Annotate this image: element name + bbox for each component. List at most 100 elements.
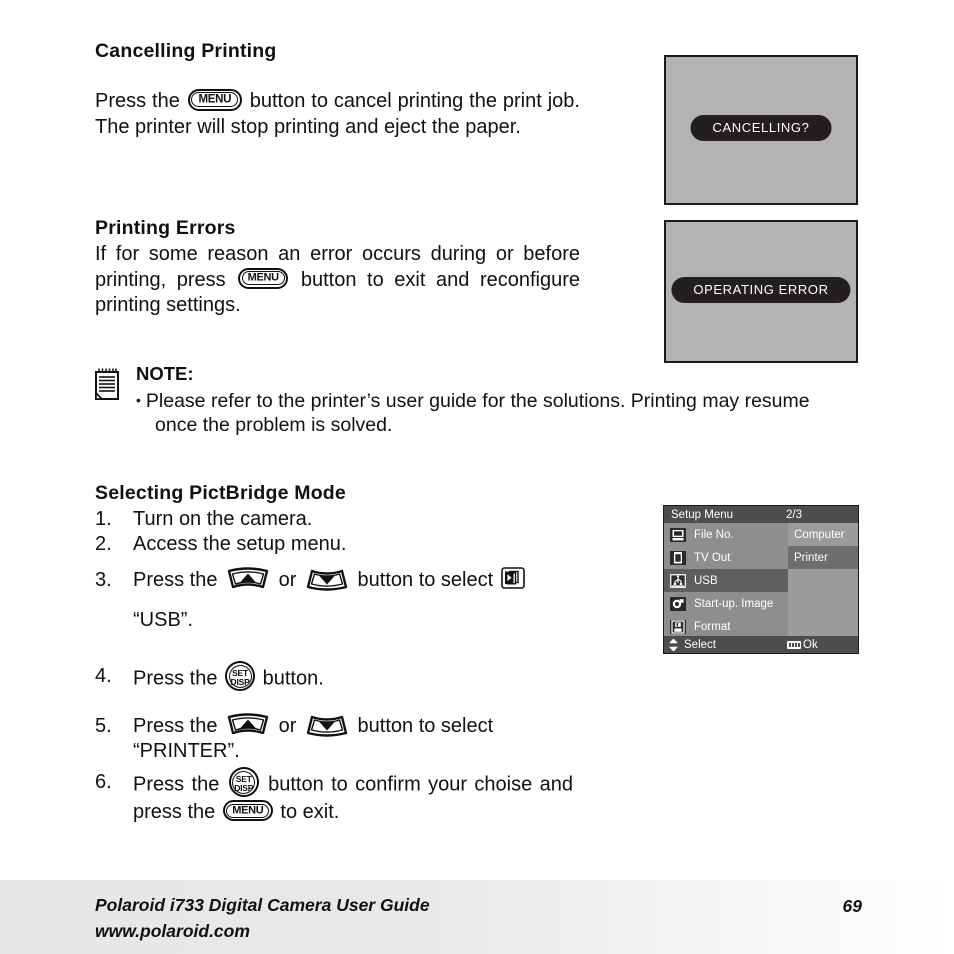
step-5: 5. Press the or button to select (95, 713, 573, 740)
menu-footer-ok-label: Ok (803, 638, 818, 651)
step-2: 2. Access the setup menu. (95, 532, 575, 558)
operating-error-message-box: OPERATING ERROR (671, 277, 851, 303)
note-line-2: once the problem is solved. (155, 414, 393, 436)
step-4: 4. Press the SET DISP button. (95, 661, 575, 694)
step-3-text: Press the or button to select (133, 566, 585, 594)
startup-image-icon (670, 596, 686, 611)
step-6-part-3: to exit. (280, 801, 340, 823)
step-3: 3. Press the or button to select (95, 566, 585, 594)
file-number-icon (670, 527, 686, 542)
step-4-part-1: Press the (133, 667, 218, 690)
format-icon (670, 619, 686, 634)
operating-error-preview: OPERATING ERROR (664, 220, 858, 363)
setup-menu-page-indicator: 2/3 (786, 508, 802, 521)
cancelling-preview: CANCELLING? (664, 55, 858, 205)
menu-button-icon: MENU (187, 88, 242, 111)
printing-errors-heading: Printing Errors (95, 217, 236, 239)
step-3-part-4: “USB”. (133, 609, 193, 631)
step-5-text: Press the or button to select (133, 713, 573, 740)
step-5-part-4: “PRINTER”. (133, 740, 240, 762)
footer-brand: Polaroid i733 Digital Camera User Guide (95, 895, 430, 915)
menu-item-format[interactable]: Format (664, 615, 788, 638)
step-1-text: Turn on the camera. (133, 508, 313, 530)
cancelling-message-box: CANCELLING? (690, 115, 832, 141)
note-title: NOTE: (136, 363, 194, 384)
step-6-part-1: Press the (133, 773, 220, 796)
step-2-text: Access the setup menu. (133, 533, 347, 555)
setup-menu-titlebar: Setup Menu 2/3 (664, 506, 858, 523)
step-4-part-2: button. (262, 667, 324, 690)
setup-menu-screenshot: Setup Menu 2/3 File No. TV Out USB Start… (663, 505, 859, 654)
menu-button-label: MENU (232, 804, 264, 817)
menu-button-icon: MENU (222, 800, 273, 822)
setup-menu-body: File No. TV Out USB Start-up. Image Form… (664, 523, 858, 636)
operating-error-message-text: OPERATING ERROR (693, 282, 829, 297)
menu-button-icon: MENU (238, 267, 289, 289)
up-rocker-button-icon (226, 567, 270, 591)
step-3-part-2: or (278, 569, 297, 591)
setup-menu-item-list: File No. TV Out USB Start-up. Image Form… (664, 523, 788, 636)
setup-menu-footer: Select Ok (664, 636, 858, 653)
pictbridge-heading: Selecting PictBridge Mode (95, 482, 346, 504)
step-5-part-1: Press the (133, 715, 218, 737)
playback-mode-icon (500, 566, 525, 589)
page-number: 69 (842, 896, 862, 916)
step-4-number: 4. (95, 665, 112, 687)
menu-button-label: MENU (198, 92, 232, 105)
setup-menu-title: Setup Menu (671, 508, 734, 521)
menu-option-label: Computer (794, 528, 845, 541)
menu-item-tv-out[interactable]: TV Out (664, 546, 788, 569)
step-6: 6. Press the SET DISP button to confirm … (95, 767, 573, 826)
step-5-number: 5. (95, 715, 112, 737)
set-disp-key-icon (787, 640, 801, 649)
menu-footer-select-label: Select (684, 638, 716, 651)
menu-item-start-up-image[interactable]: Start-up. Image (664, 592, 788, 615)
up-rocker-button-icon (226, 713, 270, 737)
disp-label: DISP (234, 782, 254, 793)
menu-item-label: USB (694, 574, 718, 587)
step-3-part-1: Press the (133, 569, 218, 591)
menu-option-computer[interactable]: Computer (788, 523, 858, 546)
step-1-number: 1. (95, 508, 112, 530)
note-body: • Please refer to the printer’s user guid… (136, 388, 954, 437)
menu-item-label: File No. (694, 528, 734, 541)
usb-icon (670, 573, 686, 588)
footer-url: www.polaroid.com (95, 921, 250, 941)
tv-out-icon (670, 550, 686, 565)
cancelling-printing-paragraph: Press the MENU button to cancel printing… (95, 88, 580, 140)
step-6-text: Press the SET DISP button to confirm you… (133, 767, 573, 826)
cancelling-printing-heading: Cancelling Printing (95, 40, 277, 62)
step-1: 1. Turn on the camera. (95, 507, 575, 533)
menu-item-file-no[interactable]: File No. (664, 523, 788, 546)
menu-item-usb[interactable]: USB (664, 569, 788, 592)
menu-option-label: Printer (794, 551, 828, 564)
printing-errors-paragraph: If for some reason an error occurs durin… (95, 242, 580, 319)
step-3-number: 3. (95, 569, 112, 591)
step-5-continued: “PRINTER”. (95, 739, 575, 765)
step-5-part-2: or (278, 715, 297, 737)
down-rocker-button-icon (305, 713, 349, 737)
note-bullet: • (136, 392, 141, 408)
step-4-text: Press the SET DISP button. (133, 661, 575, 694)
notepad-icon (93, 367, 125, 401)
step-3-continued: “USB”. (95, 608, 575, 634)
step-6-number: 6. (95, 771, 112, 793)
cancelling-message-text: CANCELLING? (712, 120, 810, 135)
set-disp-button-icon: SET DISP (228, 767, 259, 797)
disp-label: DISP (230, 676, 250, 687)
cancelling-text-before: Press the (95, 90, 180, 112)
menu-item-label: Format (694, 620, 731, 633)
menu-button-label: MENU (247, 271, 280, 284)
menu-option-printer[interactable]: Printer (788, 546, 858, 569)
note-line-1: Please refer to the printer’s user guide… (145, 390, 810, 412)
down-rocker-button-icon (305, 567, 349, 591)
setup-menu-option-list: Computer Printer (788, 523, 858, 636)
up-down-arrows-icon (669, 638, 678, 651)
page-footer: Polaroid i733 Digital Camera User Guide … (0, 880, 954, 954)
step-2-number: 2. (95, 533, 112, 555)
step-3-part-3: button to select (357, 569, 494, 591)
set-disp-button-icon: SET DISP (225, 661, 256, 691)
menu-item-label: TV Out (694, 551, 731, 564)
step-5-part-3: button to select (357, 715, 494, 737)
menu-item-label: Start-up. Image (694, 597, 774, 610)
